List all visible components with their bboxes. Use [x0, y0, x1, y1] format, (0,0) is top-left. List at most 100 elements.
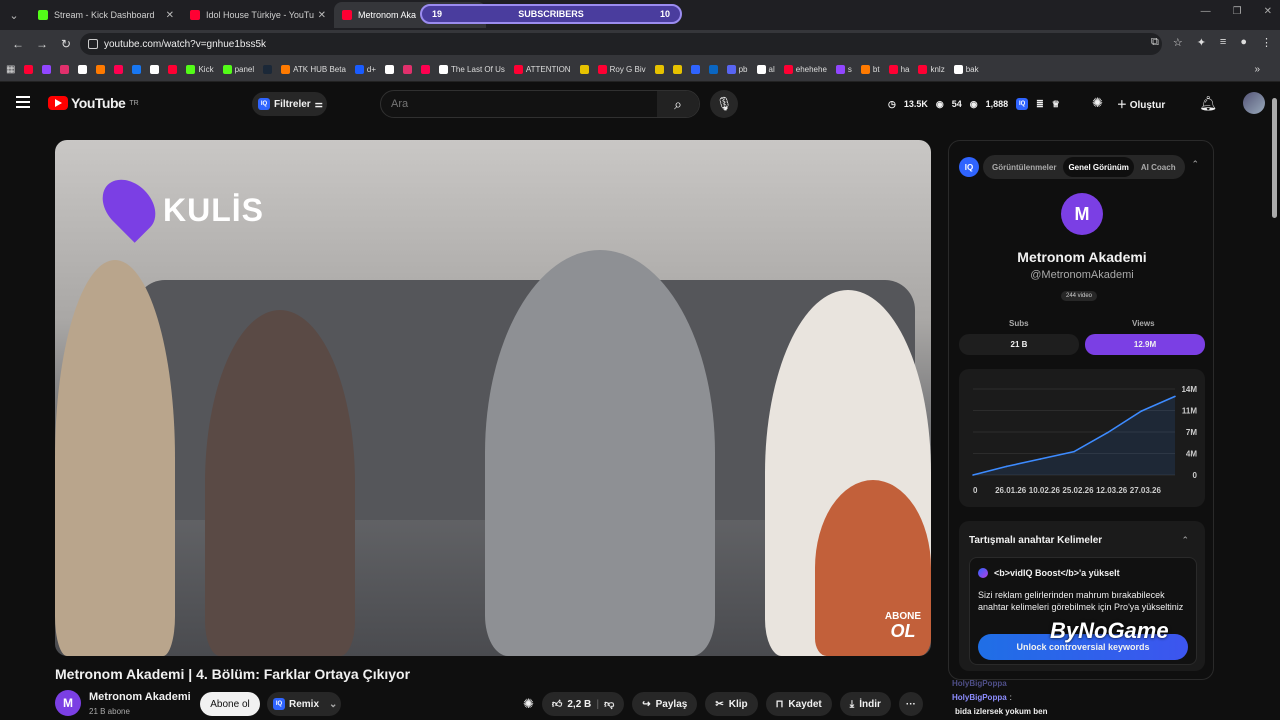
reload-icon[interactable]: ↻ — [54, 37, 78, 51]
video-frame-person — [485, 250, 715, 656]
thumbs-down-icon[interactable]: 👎︎ — [604, 698, 614, 710]
bookmark-item[interactable] — [579, 65, 589, 74]
search-box[interactable]: ⌕ — [380, 90, 700, 118]
bookmark-item[interactable]: s — [835, 65, 852, 74]
save-button[interactable]: ⊓ Kaydet — [765, 692, 832, 716]
hamburger-menu-icon[interactable] — [16, 96, 30, 108]
chevron-down-icon: ⌄ — [329, 698, 338, 710]
close-window-icon[interactable]: ✕ — [1264, 6, 1272, 17]
channel-name[interactable]: Metronom Akademi — [89, 691, 191, 703]
avatar[interactable] — [1243, 92, 1266, 114]
video-title: Metronom Akademi | 4. Bölüm: Farklar Ort… — [55, 666, 411, 682]
bookmark-item[interactable] — [690, 65, 700, 74]
tab-search-button[interactable]: ⌄ — [2, 3, 26, 27]
profile-icon[interactable]: ● — [1240, 36, 1247, 49]
back-icon[interactable]: ← — [6, 37, 30, 51]
site-info-icon[interactable] — [88, 39, 98, 49]
bookmark-item[interactable]: al — [756, 65, 775, 74]
menu-icon[interactable]: ⋮ — [1261, 36, 1272, 49]
collapse-panel-icon[interactable]: ⌃ — [1191, 159, 1199, 170]
bookmark-item[interactable] — [385, 65, 395, 74]
bookmark-favicon-icon — [513, 65, 523, 74]
bookmark-favicon-icon — [96, 65, 106, 74]
bookmark-item[interactable]: ha — [888, 65, 909, 74]
bookmark-item[interactable]: The Last Of Us — [439, 65, 505, 74]
restore-icon[interactable]: ❐ — [1233, 6, 1242, 17]
browser-tab[interactable]: Idol House Türkiye - YouTube ✕ — [182, 2, 334, 28]
bookmark-item[interactable]: ATK HUB Beta — [281, 65, 346, 74]
bookmark-item[interactable] — [654, 65, 664, 74]
video-frame-person — [55, 260, 175, 656]
bookmark-item[interactable]: Roy G Biv — [597, 65, 646, 74]
media-icon[interactable]: ≡ — [1220, 36, 1226, 49]
bookmark-item[interactable]: bak — [953, 65, 979, 74]
bookmark-star-icon[interactable]: ☆ — [1173, 36, 1183, 49]
share-icon: ↪ — [642, 698, 651, 710]
filters-button[interactable]: IQ Filtreler ⚌ — [252, 92, 327, 116]
subscriber-overlay-right: 10 — [659, 9, 670, 19]
vidiq-tab[interactable]: AI Coach — [1136, 157, 1181, 177]
boost-icon — [978, 568, 988, 578]
download-button[interactable]: ⤓ İndir — [839, 692, 891, 716]
forward-icon[interactable]: → — [30, 37, 54, 51]
bookmark-item[interactable]: d+ — [354, 65, 377, 74]
apps-icon[interactable]: ▦ — [6, 64, 15, 75]
bookmark-item[interactable] — [114, 65, 124, 74]
close-tab-icon[interactable]: ✕ — [166, 10, 174, 21]
trophy-icon[interactable]: ♕ — [1052, 99, 1060, 110]
bookmark-item[interactable] — [263, 65, 273, 74]
url-field[interactable]: youtube.com/watch?v=gnhue1bss5k — [80, 33, 1162, 55]
vidiq-icon[interactable]: IQ — [1016, 98, 1029, 110]
vidiq-tab[interactable]: Görüntülenmeler — [987, 157, 1061, 177]
share-button[interactable]: ↪ Paylaş — [632, 692, 698, 716]
more-bookmarks-icon[interactable]: » — [1254, 64, 1260, 75]
bookmark-item[interactable]: bt — [860, 65, 880, 74]
views-toggle[interactable]: 12.9M — [1085, 334, 1205, 355]
bookmark-item[interactable] — [42, 65, 52, 74]
bookmark-item[interactable] — [421, 65, 431, 74]
extensions-icon[interactable]: ✦ — [1197, 36, 1206, 49]
bookmark-item[interactable] — [78, 65, 88, 74]
like-button[interactable]: 👍︎ 2,2 B | 👎︎ — [541, 692, 625, 716]
minimize-icon[interactable]: — — [1201, 6, 1211, 17]
bookmark-item[interactable] — [403, 65, 413, 74]
voice-search-icon[interactable]: 🎙 — [710, 90, 738, 118]
list-icon[interactable]: ≣ — [1036, 99, 1044, 110]
bookmark-item[interactable]: pb — [726, 65, 748, 74]
bookmark-item[interactable] — [672, 65, 682, 74]
remix-button[interactable]: IQ Remix ⌄ — [267, 692, 341, 716]
bookmark-item[interactable]: Kick — [186, 65, 214, 74]
bookmark-item[interactable] — [708, 65, 718, 74]
notifications-icon[interactable]: 🔔︎ — [1199, 95, 1217, 112]
subs-toggle[interactable]: 21 B — [959, 334, 1079, 355]
cast-icon[interactable]: ⧉ — [1151, 36, 1159, 49]
ai-sparkle-icon[interactable]: ✺ — [1092, 95, 1103, 111]
subscribe-button[interactable]: Abone ol — [200, 692, 260, 716]
page-scrollbar[interactable] — [1270, 92, 1278, 720]
bookmark-item[interactable]: ATTENTION — [513, 65, 571, 74]
bookmark-item[interactable]: ehehehe — [783, 65, 827, 74]
bookmark-item[interactable] — [150, 65, 160, 74]
bookmark-item[interactable] — [60, 65, 70, 74]
browser-tab[interactable]: Stream - Kick Dashboard ✕ — [30, 2, 182, 28]
bookmark-label: d+ — [366, 65, 377, 74]
more-actions-button[interactable]: ··· — [898, 692, 923, 716]
bookmark-item[interactable] — [132, 65, 142, 74]
bookmark-item[interactable]: knlz — [918, 65, 945, 74]
search-button[interactable]: ⌕ — [657, 91, 699, 117]
search-input[interactable] — [391, 98, 651, 110]
bookmark-item[interactable]: panel — [222, 65, 254, 74]
vidiq-tab[interactable]: Genel Görünüm — [1063, 157, 1134, 177]
bookmark-item[interactable] — [168, 65, 178, 74]
bookmark-item[interactable] — [96, 65, 106, 74]
ai-sparkle-icon[interactable]: ✺ — [523, 696, 534, 716]
channel-avatar[interactable]: M — [55, 690, 81, 716]
close-tab-icon[interactable]: ✕ — [318, 10, 326, 21]
video-player[interactable]: KULİS ABONE OL — [55, 140, 931, 656]
create-button[interactable]: ＋ Oluştur — [1117, 96, 1165, 111]
clip-button[interactable]: ✂ Klip — [705, 692, 758, 716]
chevron-up-icon[interactable]: ⌃ — [1181, 535, 1189, 546]
scrollbar-thumb[interactable] — [1272, 98, 1277, 218]
bookmark-item[interactable] — [24, 65, 34, 74]
youtube-logo[interactable]: YouTube TR — [48, 95, 139, 111]
